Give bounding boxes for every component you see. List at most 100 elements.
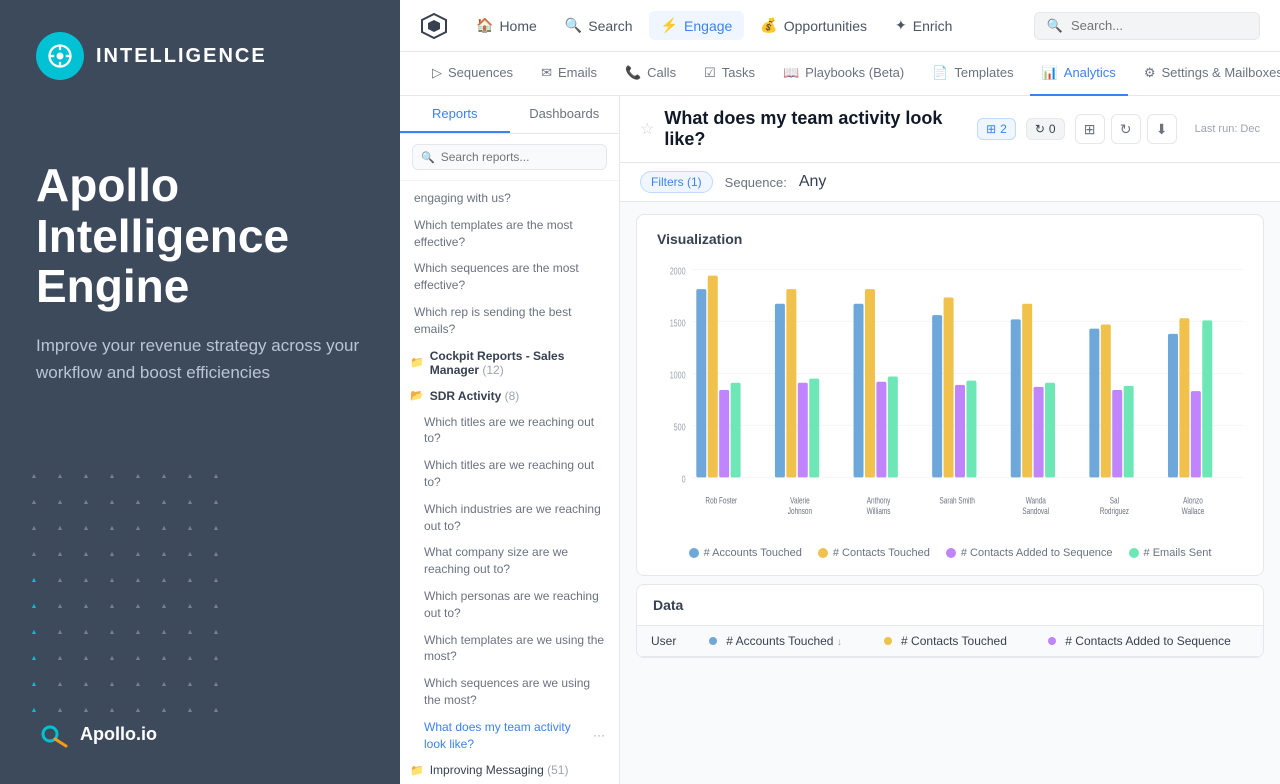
tab-reports[interactable]: Reports [400,96,510,133]
top-nav: 🏠 Home 🔍 Search ⚡ Engage 💰 Opportunities… [400,0,1280,52]
nav-enrich[interactable]: ✦ Enrich [883,11,964,40]
subnav-settings[interactable]: ⚙ Settings & Mailboxes [1132,52,1280,96]
nav-engage[interactable]: ⚡ Engage [649,11,745,40]
contacts-added-seq-dot [946,548,956,558]
hero-title: Apollo Intelligence Engine [36,160,364,312]
svg-text:Williams: Williams [867,506,891,516]
subnav-tasks[interactable]: ☑ Tasks [692,52,767,96]
sidebar-tabs: Reports Dashboards [400,96,619,134]
analytics-icon: 📊 [1042,65,1058,81]
subnav-sequences[interactable]: ▷ Sequences [420,52,525,96]
settings-icon: ⚙ [1144,65,1156,81]
refresh-button[interactable]: ↻ [1111,114,1141,144]
svg-text:Sal: Sal [1110,495,1119,505]
playbooks-icon: 📖 [783,65,799,81]
sidebar-section-cockpit[interactable]: 📁 Cockpit Reports - Sales Manager (12) [400,343,619,383]
list-item[interactable]: engaging with us? [400,185,619,212]
svg-text:0: 0 [682,473,686,485]
nav-items: 🏠 Home 🔍 Search ⚡ Engage 💰 Opportunities… [464,11,1034,40]
legend-accounts-touched: # Accounts Touched [689,547,802,559]
data-table: User # Accounts Touched # Contacts Tou [637,626,1263,657]
emails-icon: ✉ [541,65,552,81]
global-search-bar[interactable]: 🔍 [1034,12,1260,40]
hero-subtitle: Improve your revenue strategy across you… [36,332,364,386]
list-item[interactable]: Which templates are we using the most? [400,627,619,671]
chart-section: Visualization 0 500 1000 1500 [636,214,1264,576]
download-button[interactable]: ⬇ [1147,114,1177,144]
messaging-folder-icon: 📁 [410,764,424,777]
home-icon: 🏠 [476,17,493,34]
sidebar-search-bar[interactable]: 🔍 [412,144,607,170]
search-icon: 🔍 [1047,18,1063,34]
engage-icon: ⚡ [661,17,678,34]
list-item[interactable]: What company size are we reaching out to… [400,539,619,583]
col-contacts-touched: # Contacts Touched [870,626,1034,657]
global-search-input[interactable] [1071,18,1247,33]
reports-sidebar: Reports Dashboards 🔍 engaging with us? W… [400,96,620,784]
grid-icon: ⊞ [986,122,996,136]
opportunities-icon: 💰 [760,17,777,34]
subnav-templates[interactable]: 📄 Templates [920,52,1025,96]
subnav-calls[interactable]: 📞 Calls [613,52,688,96]
legend-emails-sent: # Emails Sent [1129,547,1212,559]
list-item-active[interactable]: What does my team activity look like? ··… [400,714,619,758]
accounts-touched-indicator [709,634,726,648]
badge-count-2: ↻ 0 [1026,118,1065,140]
grid-view-button[interactable]: ⊞ [1075,114,1105,144]
bottom-logo-text: Apollo.io [80,724,157,745]
list-item[interactable]: Which titles are we reaching out to? [400,452,619,496]
col-accounts-touched[interactable]: # Accounts Touched [695,626,870,657]
chart-legend: # Accounts Touched # Contacts Touched # … [657,547,1243,559]
svg-text:Valerie: Valerie [790,495,810,505]
col-user: User [637,626,695,657]
list-item[interactable]: Which sequences are the most effective? [400,255,619,299]
sub-nav: ▷ Sequences ✉ Emails 📞 Calls ☑ Tasks 📖 P… [400,52,1280,96]
legend-contacts-added-seq: # Contacts Added to Sequence [946,547,1113,559]
folder-icon: 📁 [410,356,424,369]
subnav-playbooks[interactable]: 📖 Playbooks (Beta) [771,52,916,96]
list-item[interactable]: Which templates are the most effective? [400,212,619,256]
svg-text:500: 500 [674,421,686,433]
svg-text:Alonzo: Alonzo [1183,495,1203,505]
svg-text:Wallace: Wallace [1182,506,1205,516]
nav-opportunities[interactable]: 💰 Opportunities [748,11,879,40]
nav-search[interactable]: 🔍 Search [553,11,645,40]
nav-home[interactable]: 🏠 Home [464,11,549,40]
subnav-emails[interactable]: ✉ Emails [529,52,609,96]
sidebar-search-icon: 🔍 [421,151,435,164]
sidebar-section-messaging[interactable]: 📁 Improving Messaging (51) [400,757,619,783]
list-item[interactable]: Which titles are we reaching out to? [400,409,619,453]
report-header: ☆ What does my team activity look like? … [620,96,1280,163]
favorite-star-icon[interactable]: ☆ [640,119,654,139]
subnav-analytics[interactable]: 📊 Analytics [1030,52,1128,96]
tab-dashboards[interactable]: Dashboards [510,96,620,133]
sidebar-search-input[interactable] [441,150,598,164]
badge-count-1: ⊞ 2 [977,118,1016,140]
data-table-section: Data User # Accounts Touched [636,584,1264,658]
filters-tag[interactable]: Filters (1) [640,171,713,193]
enrich-icon: ✦ [895,17,907,34]
svg-text:Wanda: Wanda [1026,495,1047,505]
list-item[interactable]: Which industries are we reaching out to? [400,496,619,540]
refresh-icon: ↻ [1035,122,1045,136]
list-item[interactable]: Which personas are we reaching out to? [400,583,619,627]
report-title: What does my team activity look like? [664,108,967,150]
logo-row: INTELLIGENCE [36,32,364,80]
app-logo-icon [36,32,84,80]
hero-section: Apollo Intelligence Engine Improve your … [36,160,364,386]
svg-text:Rob Foster: Rob Foster [705,495,737,505]
contacts-touched-dot [818,548,828,558]
bottom-logo: Apollo.io [36,716,157,752]
templates-icon: 📄 [932,65,948,81]
filter-sequence-value: Any [799,173,827,191]
sidebar-section-sdr[interactable]: 📂 SDR Activity (8) [400,383,619,409]
calls-icon: 📞 [625,65,641,81]
list-item[interactable]: Which sequences are we using the most? [400,670,619,714]
legend-contacts-touched: # Contacts Touched [818,547,930,559]
sidebar-search-area: 🔍 [400,134,619,181]
table-header-row: User # Accounts Touched # Contacts Tou [637,626,1263,657]
filter-label: Sequence: [725,175,787,190]
list-item[interactable]: Which rep is sending the best emails? [400,299,619,343]
apollo-logo-icon [36,716,72,752]
logo-text: INTELLIGENCE [96,45,267,68]
